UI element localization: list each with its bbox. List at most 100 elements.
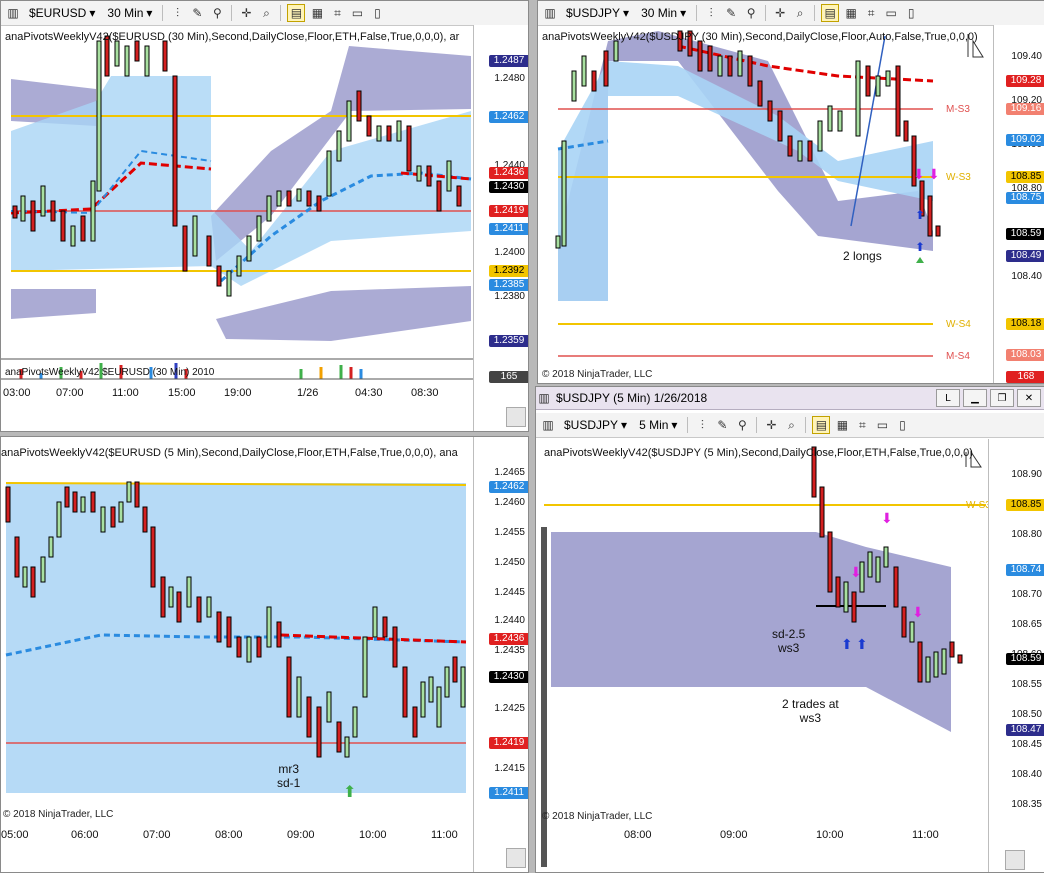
svg-text:⬆: ⬆ bbox=[841, 636, 853, 652]
price-scale[interactable]: 1.2480 1.2440 1.2400 1.2380 1.2487 1.246… bbox=[473, 25, 528, 431]
tick: 108.45 bbox=[1011, 739, 1042, 750]
scroll-button[interactable] bbox=[1005, 850, 1025, 870]
volume-tag: 168 bbox=[1006, 371, 1044, 383]
svg-text:⬆: ⬆ bbox=[343, 784, 356, 801]
svg-text:⬇: ⬇ bbox=[928, 166, 940, 182]
price-tag: 1.2411 bbox=[489, 787, 528, 799]
tick: 109.40 bbox=[1011, 51, 1042, 62]
price-tag: 109.02 bbox=[1006, 134, 1044, 146]
time-label: 07:00 bbox=[56, 387, 84, 399]
price-tag: 108.47 bbox=[1006, 724, 1044, 736]
time-label: 15:00 bbox=[168, 387, 196, 399]
annotation-mr3: mr3 sd-1 bbox=[277, 762, 300, 790]
sub-panel-label: anaPivotsWeeklyV42 $EURUSD (30 Min) 2010 bbox=[5, 367, 215, 378]
price-tag: 1.2462 bbox=[489, 481, 528, 493]
indicator-label: anaPivotsWeeklyV42($USDJPY (5 Min),Secon… bbox=[544, 447, 973, 459]
tick: 108.90 bbox=[1011, 469, 1042, 480]
tick: 108.80 bbox=[1011, 529, 1042, 540]
tick: 1.2480 bbox=[494, 73, 525, 84]
copyright: © 2018 NinjaTrader, LLC bbox=[542, 369, 653, 380]
copyright: © 2018 NinjaTrader, LLC bbox=[542, 811, 653, 822]
annotation-line: sd-2.5 bbox=[772, 627, 806, 641]
annotation-sd-2-5: sd-2.5 ws3 bbox=[772, 627, 805, 655]
tick: 1.2465 bbox=[494, 467, 525, 478]
tick: 108.70 bbox=[1011, 589, 1042, 600]
annotation-2-trades: 2 trades at ws3 bbox=[782, 697, 839, 725]
annotation-line: ws3 bbox=[778, 641, 800, 655]
tick: 1.2415 bbox=[494, 763, 525, 774]
tick: 1.2435 bbox=[494, 645, 525, 656]
svg-text:⬇: ⬇ bbox=[913, 166, 925, 182]
price-scale[interactable]: 108.90 108.80 108.70 108.65 108.60 108.5… bbox=[988, 439, 1044, 872]
chart-eurusd-30min[interactable]: ▥ $EURUSD ▾ 30 Min ▾ ⫶ ✎ ⚲ ✛ ⌕ ▤ ▦ ⌗ ▭ ▯ bbox=[0, 0, 529, 432]
price-tag: 108.59 bbox=[1006, 653, 1044, 665]
chart-window-usdjpy-5min[interactable]: ▥ $USDJPY (5 Min) 1/26/2018 L ▁ ❐ ✕ ▥ $U… bbox=[535, 386, 1044, 873]
price-tag: 1.2430 bbox=[489, 671, 528, 683]
time-label: 06:00 bbox=[71, 829, 99, 841]
time-label: 11:00 bbox=[431, 829, 458, 841]
time-label: 08:00 bbox=[624, 829, 652, 841]
tick: 108.35 bbox=[1011, 799, 1042, 810]
price-tag: 108.18 bbox=[1006, 318, 1044, 330]
svg-text:⬆: ⬆ bbox=[856, 636, 868, 652]
annotation-line: mr3 bbox=[278, 762, 299, 776]
time-label: 1/26 bbox=[297, 387, 319, 399]
time-label: 04:30 bbox=[355, 387, 383, 399]
annotation-line: 2 trades at bbox=[782, 697, 839, 711]
price-tag: 1.2411 bbox=[489, 223, 528, 235]
svg-text:⬇: ⬇ bbox=[881, 510, 893, 526]
price-tag: 1.2385 bbox=[489, 279, 528, 291]
svg-text:⬆: ⬆ bbox=[915, 208, 925, 222]
tick: 1.2440 bbox=[494, 615, 525, 626]
tick: 108.40 bbox=[1011, 271, 1042, 282]
scroll-button[interactable] bbox=[506, 848, 526, 868]
price-scale[interactable]: 109.40 109.20 109.00 108.80 108.40 109.2… bbox=[993, 25, 1044, 383]
tick: 1.2450 bbox=[494, 557, 525, 568]
annotation-line: ws3 bbox=[799, 711, 822, 725]
chart-usdjpy-30min[interactable]: ▥ $USDJPY ▾ 30 Min ▾ ⫶ ✎ ⚲ ✛ ⌕ ▤ ▦ ⌗ ▭ ▯ bbox=[537, 0, 1044, 384]
time-label: 10:00 bbox=[816, 829, 844, 841]
time-label: 07:00 bbox=[143, 829, 171, 841]
price-tag: 109.28 bbox=[1006, 75, 1044, 87]
price-tag: 108.74 bbox=[1006, 564, 1044, 576]
time-label: 09:00 bbox=[287, 829, 315, 841]
time-label: 11:00 bbox=[112, 387, 139, 399]
price-tag: 1.2487 bbox=[489, 55, 528, 67]
price-tag: 108.49 bbox=[1006, 250, 1044, 262]
tick: 1.2445 bbox=[494, 587, 525, 598]
volume-tag: 165 bbox=[489, 371, 528, 383]
tick: 108.40 bbox=[1011, 769, 1042, 780]
level-label: W-S3 bbox=[946, 172, 971, 183]
tick: 1.2400 bbox=[494, 247, 525, 258]
price-tag: 108.59 bbox=[1006, 228, 1044, 240]
time-label: 05:00 bbox=[1, 829, 29, 841]
price-tag: 1.2392 bbox=[489, 265, 528, 277]
annotation-line: sd-1 bbox=[277, 776, 301, 790]
svg-text:⬇: ⬇ bbox=[850, 564, 862, 580]
chart-eurusd-5min[interactable]: ⬆ anaPivotsWeeklyV42($EURUSD (5 Min),Sec… bbox=[0, 436, 529, 873]
copyright: © 2018 NinjaTrader, LLC bbox=[3, 809, 114, 820]
level-label: M-S3 bbox=[946, 104, 970, 115]
price-scale[interactable]: 1.2465 1.2460 1.2455 1.2450 1.2445 1.244… bbox=[473, 437, 528, 872]
time-label: 10:00 bbox=[359, 829, 387, 841]
indicator-label: anaPivotsWeeklyV42($EURUSD (5 Min),Secon… bbox=[1, 447, 458, 459]
price-tag: 108.85 bbox=[1006, 171, 1044, 183]
time-label: 11:00 bbox=[912, 829, 939, 841]
price-tag: 108.03 bbox=[1006, 349, 1044, 361]
time-label: 03:00 bbox=[3, 387, 31, 399]
price-plot: ⬆ bbox=[5, 481, 467, 801]
tick: 108.50 bbox=[1011, 709, 1042, 720]
price-tag: 108.75 bbox=[1006, 192, 1044, 204]
indicator-label: anaPivotsWeeklyV42($EURUSD (30 Min),Seco… bbox=[5, 31, 460, 43]
price-tag: 109.16 bbox=[1006, 103, 1044, 115]
price-tag: 108.85 bbox=[1006, 499, 1044, 511]
scroll-button[interactable] bbox=[506, 407, 526, 427]
price-tag: 1.2436 bbox=[489, 633, 528, 645]
time-label: 08:30 bbox=[411, 387, 439, 399]
time-label: 09:00 bbox=[720, 829, 748, 841]
price-tag: 1.2430 bbox=[489, 181, 528, 193]
tick: 108.55 bbox=[1011, 679, 1042, 690]
annotation-2-longs: 2 longs bbox=[843, 249, 882, 263]
time-label: 19:00 bbox=[224, 387, 252, 399]
price-tag: 1.2436 bbox=[489, 167, 528, 179]
